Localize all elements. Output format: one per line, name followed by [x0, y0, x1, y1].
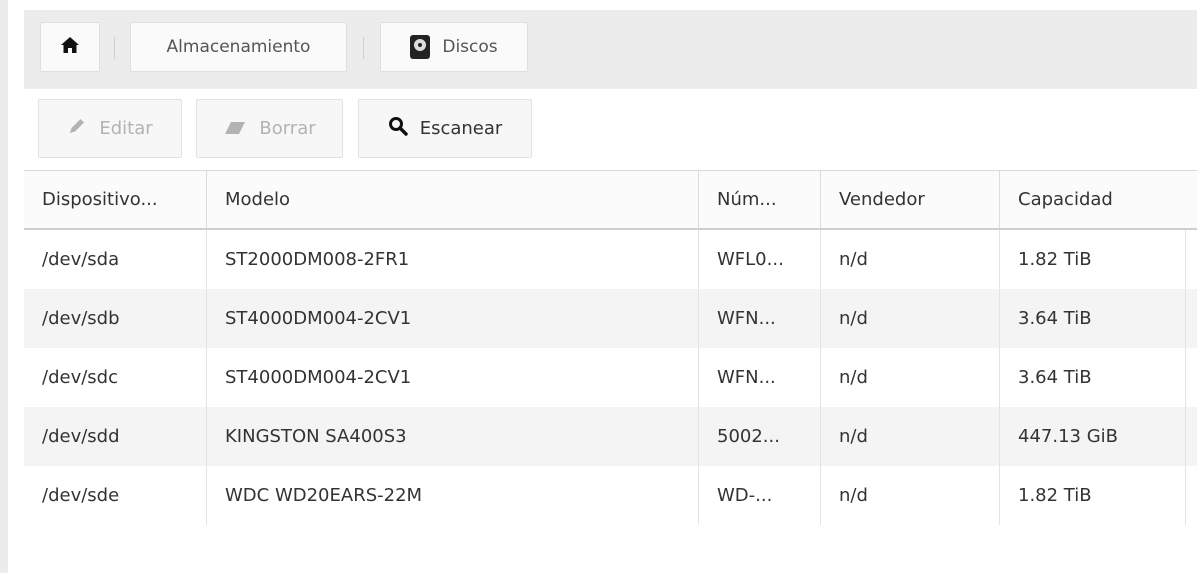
cell-model: WDC WD20EARS-22M	[207, 466, 699, 525]
cell-vendor: n/d	[821, 230, 1000, 289]
cell-model: KINGSTON SA400S3	[207, 407, 699, 466]
cell-serial: WFN...	[699, 348, 821, 407]
column-header-vendor[interactable]: Vendedor	[821, 171, 1000, 228]
cell-vendor: n/d	[821, 289, 1000, 348]
breadcrumb-disks-label: Discos	[442, 37, 498, 57]
table-row[interactable]: /dev/sdc ST4000DM004-2CV1 WFN... n/d 3.6…	[24, 348, 1197, 407]
cell-model: ST4000DM004-2CV1	[207, 289, 699, 348]
cell-capacity: 3.64 TiB	[1000, 348, 1186, 407]
cell-serial: 5002...	[699, 407, 821, 466]
table-row[interactable]: /dev/sde WDC WD20EARS-22M WD-... n/d 1.8…	[24, 466, 1197, 525]
hard-disk-icon	[410, 35, 431, 59]
edit-button-label: Editar	[99, 118, 153, 139]
cell-serial: WFL0...	[699, 230, 821, 289]
cell-model: ST4000DM004-2CV1	[207, 348, 699, 407]
cell-serial: WFN...	[699, 289, 821, 348]
breadcrumb-storage[interactable]: Almacenamiento	[130, 22, 347, 72]
table-row[interactable]: /dev/sda ST2000DM008-2FR1 WFL0... n/d 1.…	[24, 230, 1197, 289]
table-header: Dispositivo... Modelo Núm... Vendedor Ca…	[24, 170, 1197, 230]
cell-model: ST2000DM008-2FR1	[207, 230, 699, 289]
eraser-icon	[223, 117, 247, 141]
cell-vendor: n/d	[821, 407, 1000, 466]
cell-capacity: 1.82 TiB	[1000, 230, 1186, 289]
delete-button[interactable]: Borrar	[196, 99, 343, 158]
cell-vendor: n/d	[821, 466, 1000, 525]
table-row[interactable]: /dev/sdd KINGSTON SA400S3 5002... n/d 44…	[24, 407, 1197, 466]
breadcrumb-home-button[interactable]	[40, 22, 100, 72]
breadcrumb-separator	[114, 37, 115, 59]
cell-device: /dev/sda	[24, 230, 207, 289]
column-header-serial[interactable]: Núm...	[699, 171, 821, 228]
cell-capacity: 1.82 TiB	[1000, 466, 1186, 525]
cell-capacity: 3.64 TiB	[1000, 289, 1186, 348]
home-icon	[60, 36, 80, 59]
scan-button-label: Escanear	[419, 118, 503, 139]
cell-serial: WD-...	[699, 466, 821, 525]
breadcrumb-disks[interactable]: Discos	[380, 22, 528, 72]
cell-device: /dev/sde	[24, 466, 207, 525]
breadcrumb-storage-label: Almacenamiento	[166, 37, 311, 57]
delete-button-label: Borrar	[259, 118, 316, 139]
disks-table: Dispositivo... Modelo Núm... Vendedor Ca…	[24, 170, 1197, 530]
cell-capacity: 447.13 GiB	[1000, 407, 1186, 466]
table-row[interactable]: /dev/sdb ST4000DM004-2CV1 WFN... n/d 3.6…	[24, 289, 1197, 348]
pencil-icon	[67, 116, 87, 141]
left-frame	[0, 0, 8, 573]
breadcrumb-separator	[363, 37, 364, 59]
scan-button[interactable]: Escanear	[358, 99, 532, 158]
cell-device: /dev/sdc	[24, 348, 207, 407]
column-header-model[interactable]: Modelo	[207, 171, 699, 228]
cell-vendor: n/d	[821, 348, 1000, 407]
search-icon	[388, 116, 408, 141]
column-header-capacity[interactable]: Capacidad	[1000, 171, 1186, 228]
breadcrumb: Almacenamiento Discos	[24, 10, 1197, 89]
edit-button[interactable]: Editar	[38, 99, 182, 158]
cell-device: /dev/sdb	[24, 289, 207, 348]
cell-device: /dev/sdd	[24, 407, 207, 466]
column-header-device[interactable]: Dispositivo...	[24, 171, 207, 228]
